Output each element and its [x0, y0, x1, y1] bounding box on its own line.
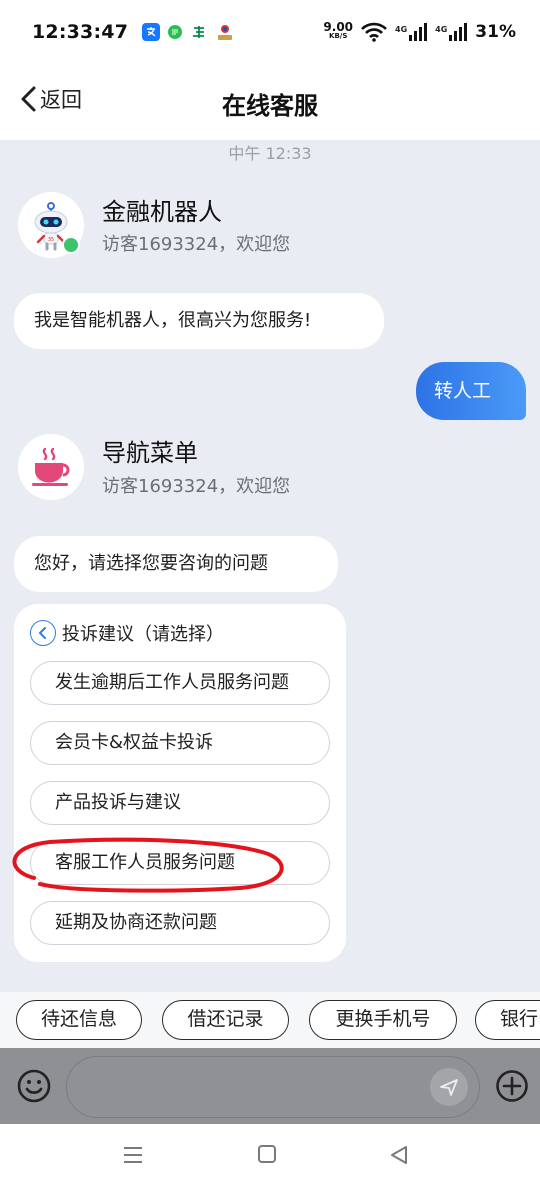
robot-avatar: 35: [18, 192, 84, 258]
signal-strength-2-icon: 4G: [435, 23, 468, 41]
svg-text:35: 35: [48, 237, 54, 243]
wifi-icon: [361, 22, 387, 42]
battery-level: 31%: [475, 22, 516, 42]
chat-area[interactable]: 中午 12:33 35 金融机器人 访客1693324，欢迎您 我是智能机器人，…: [0, 140, 540, 992]
wechat-pay-icon: [168, 25, 183, 39]
menu-message-bubble: 您好，请选择您要咨询的问题: [14, 536, 338, 592]
network-speed: 9.00 KB/S: [323, 20, 354, 40]
coffee-cup-icon: [32, 447, 70, 486]
send-button[interactable]: [430, 1068, 468, 1106]
back-label: 返回: [40, 88, 82, 112]
menu-header-label: 投诉建议（请选择）: [62, 624, 224, 645]
user-message-bubble: 转人工: [416, 362, 526, 420]
alipay-icon: [142, 23, 161, 41]
system-nav-bar: [0, 1124, 540, 1188]
bot-subtitle: 访客1693324，欢迎您: [102, 234, 291, 255]
menu-back-header[interactable]: 投诉建议（请选择）: [30, 620, 224, 646]
send-icon: [440, 1079, 458, 1096]
menu-option[interactable]: 发生逾期后工作人员服务问题: [30, 661, 330, 705]
home-icon[interactable]: [257, 1144, 277, 1164]
quick-action-chip[interactable]: 更换手机号: [309, 1000, 457, 1040]
status-bar: 12:33:47 9.00 KB/S 4G 4G 31%: [0, 0, 540, 64]
back-button[interactable]: 返回: [18, 84, 82, 114]
menu-bot-subtitle: 访客1693324，欢迎您: [102, 476, 291, 497]
menu-bot-name: 导航菜单: [102, 439, 198, 467]
message-timestamp: 中午 12:33: [228, 144, 312, 163]
quick-action-chip[interactable]: 银行: [475, 1000, 540, 1040]
menu-option[interactable]: 客服工作人员服务问题: [30, 841, 330, 885]
menu-option[interactable]: 会员卡&权益卡投诉: [30, 721, 330, 765]
circle-chevron-left-icon: [30, 620, 56, 646]
menu-option[interactable]: 产品投诉与建议: [30, 781, 330, 825]
emoji-icon[interactable]: [16, 1068, 52, 1104]
signal-strength-1-icon: 4G: [395, 23, 428, 41]
header-bar: 返回 在线客服: [0, 64, 540, 140]
bot-message-bubble: 我是智能机器人，很高兴为您服务!: [14, 293, 384, 349]
message-input-bar: [0, 1048, 540, 1124]
menu-icon[interactable]: [122, 1144, 144, 1166]
quick-action-chip[interactable]: 借还记录: [162, 1000, 289, 1040]
bank-app-icon: [190, 23, 209, 41]
bot-name: 金融机器人: [102, 198, 222, 226]
quick-actions-bar: 待还信息 借还记录 更换手机号 银行: [0, 992, 540, 1048]
online-status-dot: [62, 236, 80, 254]
lottery-app-icon: [216, 23, 235, 41]
status-time: 12:33:47: [32, 21, 129, 43]
complaint-menu-card: 投诉建议（请选择） 发生逾期后工作人员服务问题 会员卡&权益卡投诉 产品投诉与建…: [14, 604, 346, 962]
plus-icon[interactable]: [495, 1069, 529, 1103]
chevron-left-icon: [21, 86, 36, 112]
quick-action-chip[interactable]: 待还信息: [16, 1000, 142, 1040]
menu-option[interactable]: 延期及协商还款问题: [30, 901, 330, 945]
back-triangle-icon[interactable]: [389, 1144, 409, 1166]
notification-icons: [142, 23, 235, 41]
message-input[interactable]: [66, 1056, 480, 1118]
menu-avatar: [18, 434, 84, 500]
